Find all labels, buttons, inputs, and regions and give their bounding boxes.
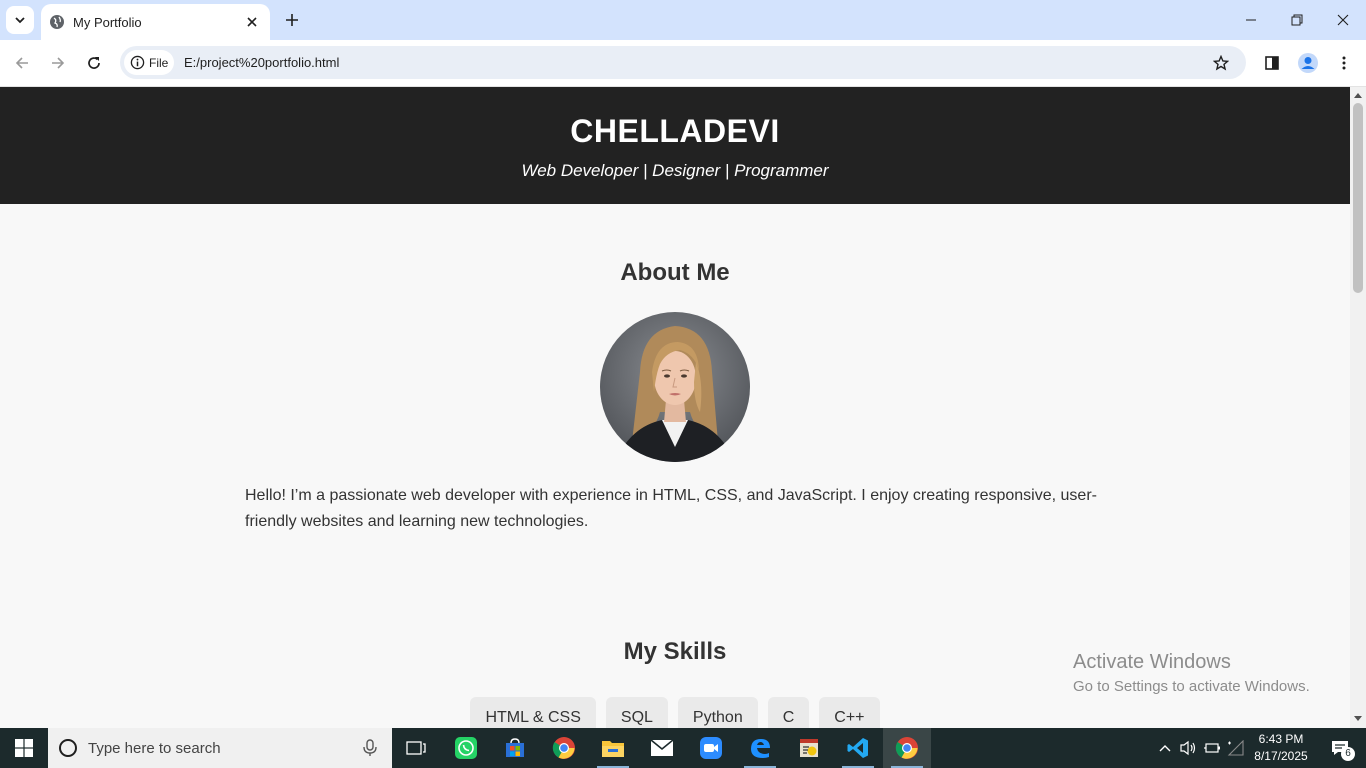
bookmark-button[interactable]: [1210, 52, 1232, 74]
profile-button[interactable]: [1295, 50, 1321, 76]
close-icon[interactable]: [244, 14, 260, 30]
minimize-icon: [1246, 19, 1256, 21]
battery-button[interactable]: [1202, 738, 1222, 758]
taskbar-mail[interactable]: [638, 728, 686, 768]
microphone-icon[interactable]: [360, 738, 380, 758]
side-panel-button[interactable]: [1259, 50, 1285, 76]
page-scrollbar[interactable]: [1350, 87, 1366, 728]
skill-pill: HTML & CSS: [470, 697, 596, 728]
activate-line-1: Activate Windows: [1073, 651, 1231, 673]
profile-photo: [600, 312, 750, 462]
forward-arrow-icon: [52, 57, 65, 69]
url-text[interactable]: E:/project%20portfolio.html: [184, 55, 339, 70]
edge-icon: [751, 739, 770, 758]
wifi-icon: [1227, 740, 1244, 756]
start-button[interactable]: [0, 728, 48, 768]
taskbar-clock[interactable]: 6:43 PM 8/17/2025: [1248, 731, 1314, 765]
skill-pill: SQL: [605, 697, 668, 728]
hero-name: CHELLADEVI: [570, 113, 780, 149]
chrome-icon: [552, 737, 575, 759]
skills-list: HTML & CSS SQL Python C C++: [0, 697, 1350, 728]
taskbar-search[interactable]: Type here to search: [48, 728, 392, 768]
about-text: Hello! I’m a passionate web developer wi…: [245, 487, 1097, 530]
tray-overflow-button[interactable]: [1155, 738, 1175, 758]
windows-logo-icon: [15, 739, 33, 757]
browser-tab[interactable]: My Portfolio: [41, 4, 270, 40]
clock-time: 6:43 PM: [1258, 732, 1304, 746]
folder-icon: [602, 741, 624, 757]
network-button[interactable]: [1226, 738, 1246, 758]
mail-icon: [650, 739, 674, 756]
volume-button[interactable]: [1178, 738, 1198, 758]
taskbar-edge[interactable]: [736, 728, 784, 768]
hero-tagline: Web Developer | Designer | Programmer: [521, 161, 829, 180]
notification-center-button[interactable]: 6: [1320, 728, 1360, 768]
reload-icon: [88, 57, 100, 69]
info-icon: [130, 55, 145, 70]
clock-date: 8/17/2025: [1254, 749, 1308, 763]
search-icon: [59, 739, 77, 757]
volume-icon: [1180, 740, 1196, 756]
browser-toolbar: File E:/project%20portfolio.html: [0, 40, 1366, 87]
more-vert-icon: [1342, 56, 1346, 70]
media-app-icon: [800, 739, 818, 757]
battery-plug-icon: [1204, 743, 1220, 753]
scroll-thumb[interactable]: [1353, 103, 1363, 293]
whatsapp-icon: [455, 737, 477, 759]
taskbar-chrome[interactable]: [540, 728, 588, 768]
forward-button[interactable]: [43, 48, 73, 78]
taskbar-media-app[interactable]: [785, 728, 833, 768]
tab-search-button[interactable]: [6, 6, 34, 34]
site-chip-label: File: [149, 55, 169, 70]
scroll-down-arrow-icon[interactable]: [1353, 714, 1363, 724]
close-window-button[interactable]: [1320, 0, 1366, 40]
store-bag-icon: [506, 738, 524, 757]
chrome-icon: [895, 737, 918, 759]
chevron-down-icon: [15, 17, 25, 24]
taskbar-file-explorer[interactable]: [589, 728, 637, 768]
skill-pill: C: [767, 697, 810, 728]
restore-button[interactable]: [1274, 0, 1320, 40]
activate-windows-watermark: Activate Windows Go to Settings to activ…: [1073, 651, 1310, 695]
tab-title: My Portfolio: [73, 14, 142, 30]
browser-tabstrip: My Portfolio: [0, 0, 1366, 40]
scroll-up-arrow-icon[interactable]: [1353, 90, 1363, 100]
chevron-up-icon: [1159, 745, 1171, 752]
taskbar-vscode[interactable]: [834, 728, 882, 768]
address-bar[interactable]: File E:/project%20portfolio.html: [120, 46, 1246, 79]
back-arrow-icon: [15, 57, 28, 69]
globe-icon: [50, 15, 64, 29]
star-icon: [1213, 55, 1229, 71]
back-button[interactable]: [7, 48, 37, 78]
skill-pill: C++: [819, 697, 880, 728]
taskbar-chrome-active[interactable]: [883, 728, 931, 768]
zoom-icon: [700, 737, 722, 759]
task-view-button[interactable]: [392, 728, 440, 768]
taskbar-whatsapp[interactable]: [442, 728, 490, 768]
plus-icon: [286, 14, 298, 26]
new-tab-button[interactable]: [281, 9, 303, 31]
activate-line-2: Go to Settings to activate Windows.: [1073, 678, 1310, 695]
about-title: About Me: [620, 259, 730, 286]
profile-icon: [1298, 53, 1318, 73]
side-panel-icon: [1265, 56, 1279, 70]
reload-button[interactable]: [79, 48, 109, 78]
hero-header: CHELLADEVI Web Developer | Designer | Pr…: [0, 87, 1350, 204]
vscode-icon: [847, 738, 868, 758]
page-viewport: CHELLADEVI Web Developer | Designer | Pr…: [0, 87, 1350, 728]
search-placeholder: Type here to search: [88, 739, 221, 757]
minimize-button[interactable]: [1228, 0, 1274, 40]
close-window-icon: [1337, 14, 1349, 26]
menu-button[interactable]: [1331, 50, 1357, 76]
taskbar-zoom[interactable]: [687, 728, 735, 768]
skill-pill: Python: [677, 697, 758, 728]
taskbar-microsoft-store[interactable]: [491, 728, 539, 768]
task-view-icon: [406, 741, 426, 755]
windows-taskbar: Type here to search 6:43 PM 8/17/2025 6: [0, 728, 1366, 768]
notification-badge: 6: [1341, 747, 1355, 761]
site-info-chip[interactable]: File: [124, 50, 174, 75]
restore-icon: [1291, 14, 1303, 26]
